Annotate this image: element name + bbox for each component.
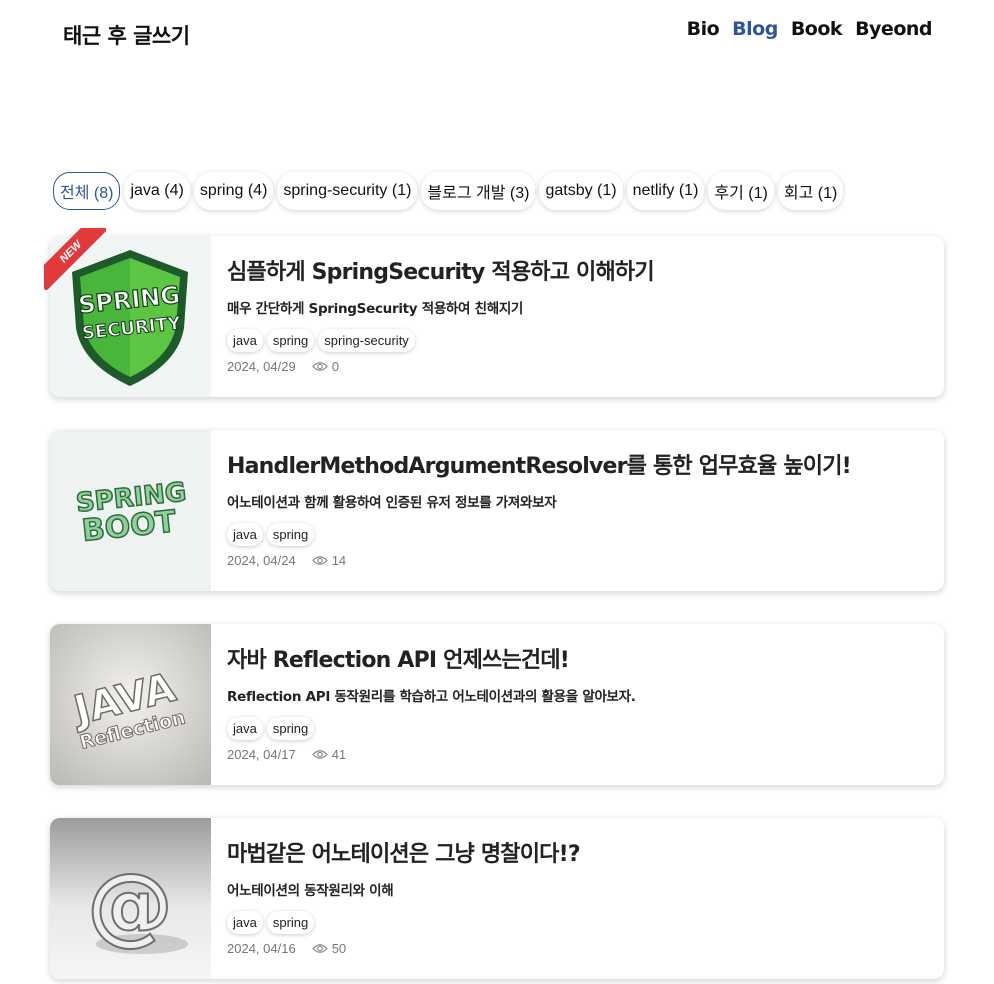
- filter-review[interactable]: 후기 (1): [708, 172, 774, 210]
- post-thumbnail[interactable]: SPRING SECURITY: [50, 236, 211, 397]
- filter-retrospective[interactable]: 회고 (1): [777, 172, 844, 210]
- view-count: 41: [311, 747, 346, 762]
- post-card[interactable]: SPRING SECURITY NEW 심플하게 SpringSecurity …: [44, 228, 944, 397]
- post-date: 2024, 04/16: [227, 941, 296, 956]
- post-card[interactable]: @ 마법같은 어노테이션은 그냥 명찰이다!? 어노테이션의 동작원리와 이해 …: [50, 818, 944, 979]
- filter-spring[interactable]: spring (4): [193, 172, 274, 210]
- top-nav: Bio Blog Book Byeond: [687, 18, 933, 40]
- tag[interactable]: java: [227, 523, 263, 546]
- tag[interactable]: java: [227, 717, 263, 740]
- view-count: 50: [311, 941, 346, 956]
- tag[interactable]: java: [227, 911, 263, 934]
- view-count: 14: [311, 553, 346, 568]
- post-date: 2024, 04/17: [227, 747, 296, 762]
- post-tags: java spring: [227, 911, 928, 934]
- filter-spring-security[interactable]: spring-security (1): [277, 172, 418, 210]
- nav-book[interactable]: Book: [791, 18, 843, 40]
- post-meta: 2024, 04/29 0: [227, 359, 928, 374]
- nav-bio[interactable]: Bio: [687, 18, 720, 40]
- filter-gatsby[interactable]: gatsby (1): [539, 172, 623, 210]
- post-meta: 2024, 04/16 50: [227, 941, 928, 956]
- post-description: 매우 간단하게 SpringSecurity 적용하여 친해지기: [227, 301, 524, 317]
- post-date: 2024, 04/24: [227, 553, 296, 568]
- filter-blog-dev[interactable]: 블로그 개발 (3): [421, 172, 536, 210]
- filter-netlify[interactable]: netlify (1): [626, 172, 705, 210]
- post-description: 어노테이션의 동작원리와 이해: [227, 883, 394, 899]
- eye-icon: [311, 944, 328, 953]
- post-description: 어노테이션과 함께 활용하여 인증된 유저 정보를 가져와보자: [227, 495, 557, 511]
- post-meta: 2024, 04/17 41: [227, 747, 928, 762]
- post-thumbnail[interactable]: @: [50, 818, 211, 979]
- post-thumbnail[interactable]: JAVA Reflection: [50, 624, 211, 785]
- filter-java[interactable]: java (4): [124, 172, 190, 210]
- post-title[interactable]: 심플하게 SpringSecurity 적용하고 이해하기: [227, 254, 928, 286]
- eye-icon: [311, 556, 328, 565]
- tag[interactable]: java: [227, 329, 263, 352]
- view-count: 0: [311, 359, 339, 374]
- tag[interactable]: spring-security: [318, 329, 415, 352]
- tag[interactable]: spring: [266, 329, 315, 352]
- post-date: 2024, 04/29: [227, 359, 296, 374]
- tag[interactable]: spring: [266, 717, 315, 740]
- thumb-text: @: [87, 855, 173, 955]
- eye-icon: [311, 362, 328, 371]
- site-title[interactable]: 태근 후 글쓰기: [63, 20, 190, 50]
- post-title[interactable]: HandlerMethodArgumentResolver를 통한 업무효율 높…: [227, 448, 928, 480]
- post-meta: 2024, 04/24 14: [227, 553, 928, 568]
- post-card[interactable]: JAVA Reflection 자바 Reflection API 언제쓰는건데…: [50, 624, 944, 785]
- filter-all[interactable]: 전체 (8): [53, 172, 121, 210]
- nav-byeond[interactable]: Byeond: [855, 18, 932, 40]
- tag[interactable]: spring: [266, 911, 315, 934]
- category-filter-bar: 전체 (8) java (4) spring (4) spring-securi…: [53, 172, 844, 210]
- post-card[interactable]: SPRING BOOT HandlerMethodArgumentResolve…: [50, 430, 944, 591]
- post-title[interactable]: 자바 Reflection API 언제쓰는건데!: [227, 642, 928, 674]
- eye-icon: [311, 750, 328, 759]
- post-tags: java spring: [227, 523, 928, 546]
- post-tags: java spring spring-security: [227, 329, 928, 352]
- nav-blog[interactable]: Blog: [732, 18, 778, 40]
- post-tags: java spring: [227, 717, 928, 740]
- tag[interactable]: spring: [266, 523, 315, 546]
- post-thumbnail[interactable]: SPRING BOOT: [50, 430, 211, 591]
- post-description: Reflection API 동작원리를 학습하고 어노테이션과의 활용을 알아…: [227, 689, 636, 705]
- post-title[interactable]: 마법같은 어노테이션은 그냥 명찰이다!?: [227, 836, 928, 868]
